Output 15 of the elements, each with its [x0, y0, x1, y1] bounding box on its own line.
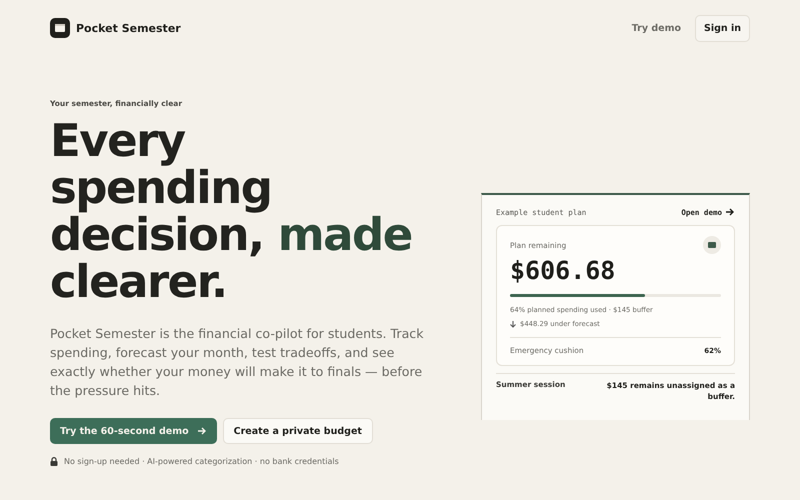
arrow-icon — [196, 426, 207, 436]
lock-icon — [50, 457, 58, 466]
create-budget-button[interactable]: Create a private budget — [222, 418, 373, 444]
remaining-amount: $606.68 — [510, 256, 616, 285]
demo-button[interactable]: Try the 60-second demo — [50, 418, 217, 444]
arrow-icon — [725, 207, 735, 217]
reassurance-note: No sign-up needed · AI-powered categorization · no bank credentials — [64, 457, 339, 466]
headline: Every spending decision, made clearer. — [50, 117, 413, 305]
wallet-icon — [703, 236, 721, 254]
intro-paragraph: Pocket Semester is the financial co-pilot for students. Track spending, forecast your month, test tradeoffs, and see exactly whether your money will make it to finals — before the pressure hits. — [50, 325, 425, 400]
try-demo-link[interactable]: Try demo — [632, 22, 681, 34]
brand-name: Pocket Semester — [76, 22, 181, 34]
down-arrow-icon — [510, 320, 516, 328]
sign-in-button[interactable]: Sign in — [695, 14, 750, 42]
app-logo-icon — [50, 18, 70, 38]
